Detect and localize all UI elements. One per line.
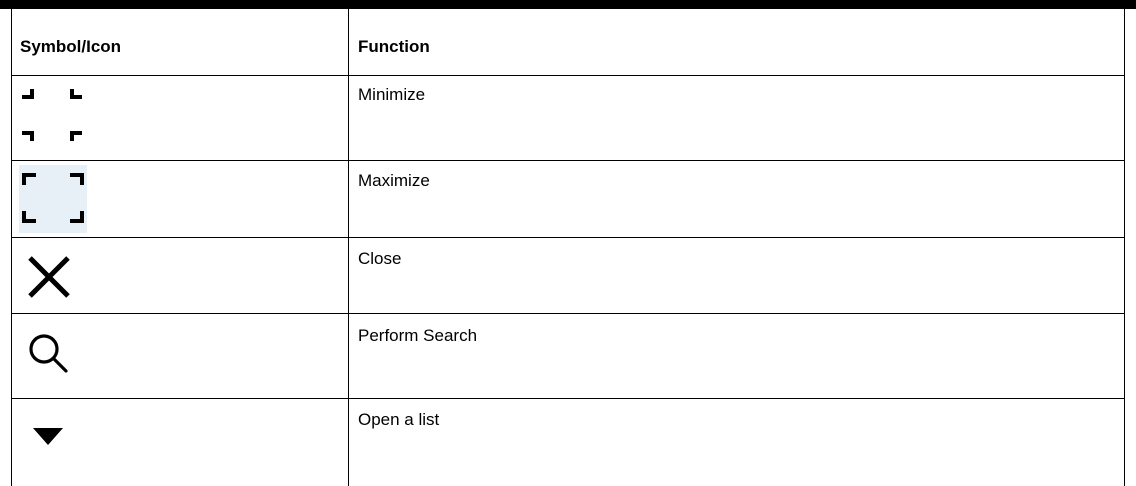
row-divider (11, 313, 1125, 314)
function-label: Close (358, 249, 402, 268)
table-top-rule (0, 0, 1136, 9)
search-icon (29, 334, 68, 373)
close-icon (28, 256, 70, 298)
table-column-divider (348, 9, 349, 486)
minimize-icon (22, 89, 82, 141)
function-label: Open a list (358, 410, 440, 429)
dropdown-arrow-icon (33, 428, 63, 445)
header-function: Function (358, 37, 430, 56)
table-right-border (1124, 9, 1125, 486)
header-row-divider (11, 75, 1125, 76)
row-divider (11, 237, 1125, 238)
table-left-border (11, 9, 12, 486)
function-label: Perform Search (358, 326, 478, 345)
row-divider (11, 160, 1125, 161)
maximize-icon (19, 165, 87, 233)
function-label: Minimize (358, 85, 426, 104)
header-symbol-icon: Symbol/Icon (20, 37, 122, 56)
icon-function-table: Symbol/Icon Function Minimize Maximize C… (0, 9, 1136, 486)
row-divider (11, 398, 1125, 399)
function-label: Maximize (358, 171, 430, 190)
